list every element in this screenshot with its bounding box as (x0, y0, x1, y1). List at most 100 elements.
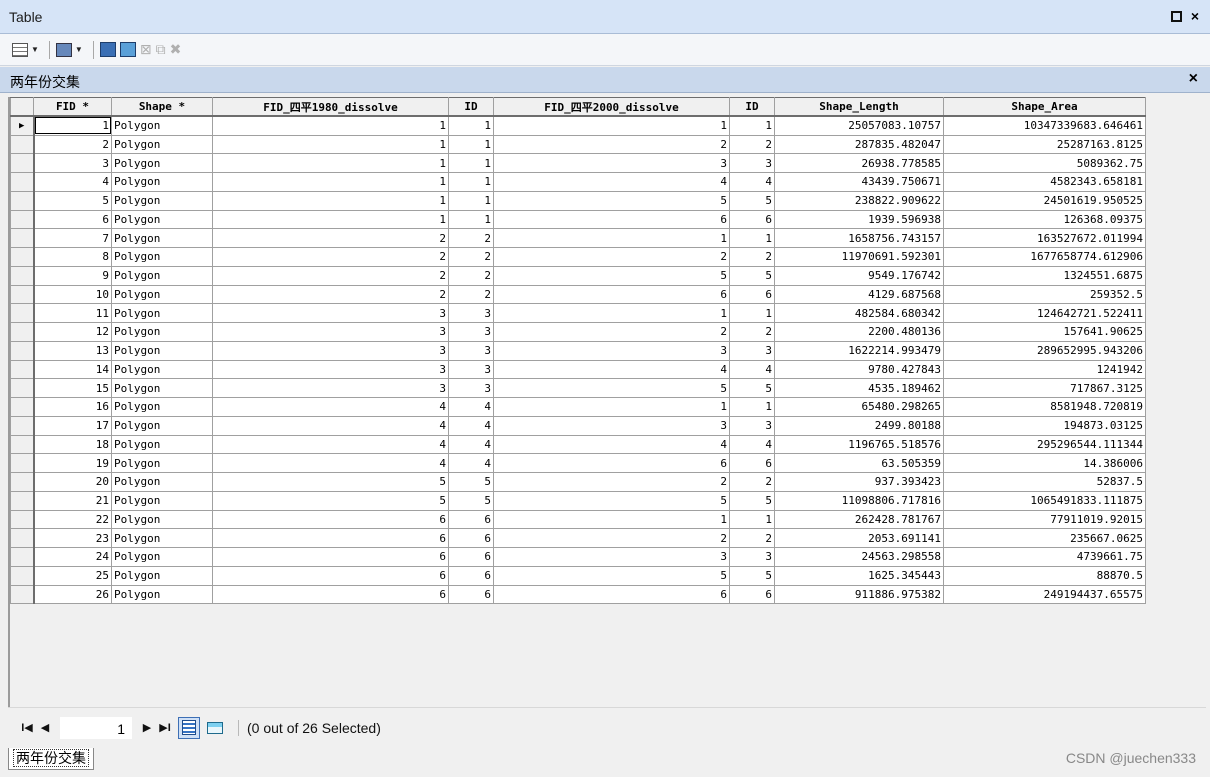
table-cell[interactable]: 1065491833.111875 (943, 490, 1146, 511)
table-cell[interactable]: 17 (33, 415, 112, 436)
row-selector[interactable] (10, 265, 35, 286)
table-cell[interactable]: 1 (493, 228, 730, 248)
row-selector[interactable] (10, 359, 35, 380)
table-cell[interactable]: 1 (448, 134, 494, 155)
table-cell[interactable]: 163527672.011994 (943, 228, 1146, 248)
table-cell[interactable]: Polygon (111, 359, 213, 380)
row-selector[interactable] (10, 228, 35, 248)
table-cell[interactable]: 1 (212, 153, 449, 173)
table-cell[interactable]: 5 (448, 472, 494, 492)
row-selector[interactable] (10, 378, 35, 398)
table-cell[interactable]: Polygon (111, 565, 213, 586)
table-cell[interactable]: 15 (33, 378, 112, 398)
table-row[interactable]: 24 Polygon 6 6 3 3 24563.298558 4739661.75 (10, 547, 1146, 567)
table-cell[interactable]: 1 (493, 115, 730, 136)
table-cell[interactable]: 1324551.6875 (943, 265, 1146, 286)
table-cell[interactable]: Polygon (111, 453, 213, 473)
table-cell[interactable]: 52837.5 (943, 472, 1146, 492)
table-row[interactable]: 9 Polygon 2 2 5 5 9549.176742 1324551.6875 (10, 265, 1146, 286)
table-cell[interactable]: 14.386006 (943, 453, 1146, 473)
table-cell[interactable]: 3 (212, 359, 449, 380)
table-cell[interactable]: 287835.482047 (774, 134, 944, 155)
current-row-indicator-icon[interactable]: ▶ (10, 115, 35, 136)
table-cell[interactable]: 3 (448, 378, 494, 398)
table-cell[interactable]: Polygon (111, 415, 213, 436)
table-cell[interactable]: 1 (448, 190, 494, 211)
first-record-button[interactable]: I◀ (18, 721, 36, 734)
table-cell[interactable]: 5 (729, 190, 775, 211)
table-cell[interactable]: 43439.750671 (774, 172, 944, 192)
table-cell[interactable]: 2 (493, 528, 730, 548)
table-cell[interactable]: 1 (212, 209, 449, 230)
table-cell[interactable]: 6 (212, 509, 449, 530)
table-cell[interactable]: 1 (448, 209, 494, 230)
table-cell[interactable]: 1 (493, 303, 730, 323)
table-cell[interactable]: 4 (448, 397, 494, 417)
row-selector[interactable] (10, 247, 35, 267)
table-cell[interactable]: 1 (448, 172, 494, 192)
table-cell[interactable]: 1677658774.612906 (943, 247, 1146, 267)
table-cell[interactable]: 6 (448, 565, 494, 586)
table-cell[interactable]: Polygon (111, 153, 213, 173)
table-row[interactable]: 5 Polygon 1 1 5 5 238822.909622 24501619.950525 (10, 190, 1146, 211)
table-cell[interactable]: 1 (729, 509, 775, 530)
table-cell[interactable]: 3 (493, 340, 730, 361)
table-cell[interactable]: 4129.687568 (774, 284, 944, 305)
table-cell[interactable]: 1 (729, 303, 775, 323)
table-cell[interactable]: 4 (729, 434, 775, 455)
table-cell[interactable]: 235667.0625 (943, 528, 1146, 548)
table-cell[interactable]: 4 (729, 172, 775, 192)
table-cell[interactable]: Polygon (111, 228, 213, 248)
table-cell[interactable]: 6 (212, 547, 449, 567)
table-row[interactable]: 8 Polygon 2 2 2 2 11970691.592301 1677658774.61… (10, 247, 1146, 267)
table-row[interactable]: 21 Polygon 5 5 5 5 11098806.717816 1065491833.1… (10, 490, 1146, 511)
row-selector[interactable] (10, 490, 35, 511)
table-cell[interactable]: 3 (212, 303, 449, 323)
row-selector[interactable] (10, 584, 35, 605)
table-cell[interactable]: Polygon (111, 528, 213, 548)
table-cell[interactable]: Polygon (111, 509, 213, 530)
table-cell[interactable]: 2 (212, 247, 449, 267)
close-window-icon[interactable]: × (1188, 8, 1202, 24)
table-row[interactable]: 16 Polygon 4 4 1 1 65480.298265 8581948.720819 (10, 397, 1146, 417)
row-selector[interactable] (10, 397, 35, 417)
row-selector[interactable] (10, 284, 35, 305)
table-cell[interactable]: 3 (33, 153, 112, 173)
row-selector[interactable] (10, 209, 35, 230)
table-cell[interactable]: 2053.691141 (774, 528, 944, 548)
table-cell[interactable]: 5 (33, 190, 112, 211)
table-cell[interactable]: 10 (33, 284, 112, 305)
table-cell[interactable]: 5 (493, 190, 730, 211)
table-cell[interactable]: 3 (729, 340, 775, 361)
row-selector[interactable] (10, 172, 35, 192)
row-selector[interactable] (10, 565, 35, 586)
table-cell[interactable]: 4 (493, 172, 730, 192)
table-cell[interactable]: 24 (33, 547, 112, 567)
table-cell[interactable]: 262428.781767 (774, 509, 944, 530)
row-selector[interactable] (10, 434, 35, 455)
table-cell[interactable]: Polygon (111, 115, 213, 136)
table-cell[interactable]: 2 (448, 284, 494, 305)
table-cell[interactable]: 23 (33, 528, 112, 548)
show-selected-records-button[interactable] (204, 717, 226, 739)
table-cell[interactable]: 22 (33, 509, 112, 530)
table-cell[interactable]: 2 (729, 472, 775, 492)
table-cell[interactable]: 4 (33, 172, 112, 192)
table-cell[interactable]: 1 (729, 115, 775, 136)
column-header[interactable]: Shape * (111, 97, 213, 118)
table-row[interactable]: 14 Polygon 3 3 4 4 9780.427843 1241942 (10, 359, 1146, 380)
table-cell[interactable]: 11970691.592301 (774, 247, 944, 267)
table-row[interactable]: 7 Polygon 2 2 1 1 1658756.743157 163527672.0119… (10, 228, 1146, 248)
delete-selected-button[interactable]: ✖ (170, 39, 182, 61)
table-cell[interactable]: 5 (493, 490, 730, 511)
table-cell[interactable]: 6 (448, 584, 494, 605)
table-cell[interactable]: 5 (212, 472, 449, 492)
table-cell[interactable]: 6 (33, 209, 112, 230)
table-cell[interactable]: 2 (448, 265, 494, 286)
table-cell[interactable]: 9780.427843 (774, 359, 944, 380)
table-cell[interactable]: 1241942 (943, 359, 1146, 380)
table-cell[interactable]: 4 (493, 359, 730, 380)
table-cell[interactable]: 6 (729, 584, 775, 605)
row-selector[interactable] (10, 322, 35, 342)
table-cell[interactable]: Polygon (111, 172, 213, 192)
